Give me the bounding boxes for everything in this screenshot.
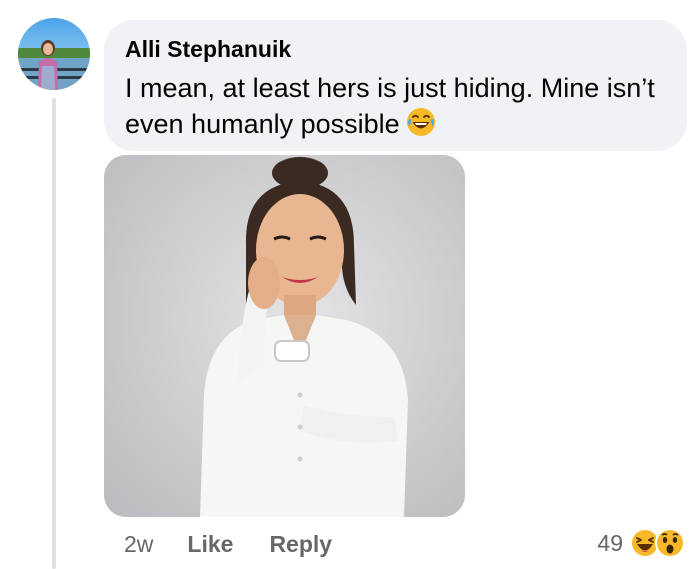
- reply-button[interactable]: Reply: [269, 531, 332, 558]
- comment-author[interactable]: Alli Stephanuik: [125, 34, 667, 64]
- reaction-count: 49: [597, 529, 623, 556]
- portrait-photo: [104, 155, 465, 517]
- reaction-summary[interactable]: 49: [597, 525, 686, 561]
- wow-reaction-icon: [654, 527, 686, 559]
- comment-text: I mean, at least hers is just hiding. Mi…: [125, 73, 655, 139]
- avatar-photo: [18, 18, 90, 90]
- avatar[interactable]: [18, 18, 90, 90]
- comment-bubble: Alli Stephanuik I mean, at least hers is…: [104, 20, 687, 151]
- comment-photo-attachment[interactable]: [104, 155, 465, 517]
- like-button[interactable]: Like: [187, 531, 233, 558]
- comment-text-block: I mean, at least hers is just hiding. Mi…: [125, 70, 665, 146]
- thread-line: [52, 98, 56, 569]
- comment-actions: 2w Like Reply: [124, 528, 368, 560]
- comment-timestamp[interactable]: 2w: [124, 531, 153, 558]
- tears-of-joy-emoji-icon: [406, 107, 436, 146]
